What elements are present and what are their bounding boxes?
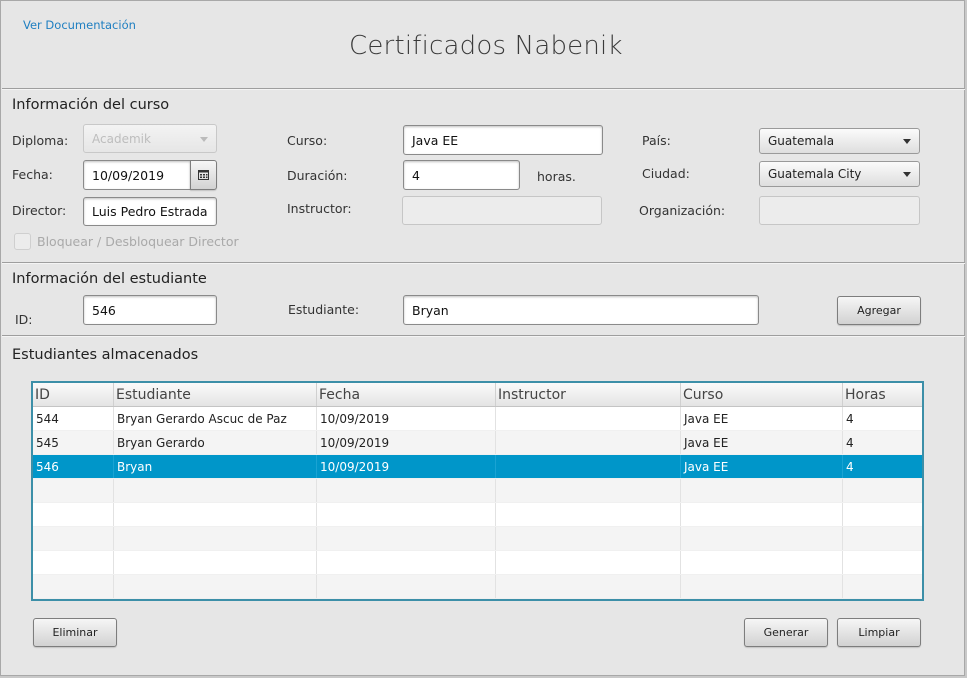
cell-estudiante: Bryan (114, 455, 317, 478)
empty-row (33, 527, 922, 551)
add-button[interactable]: Agregar (837, 296, 921, 325)
empty-row (33, 551, 922, 575)
diploma-select: Academik (83, 124, 217, 153)
pais-select[interactable]: Guatemala (759, 128, 920, 154)
documentation-link[interactable]: Ver Documentación (23, 18, 136, 32)
chevron-down-icon (903, 139, 911, 144)
pais-label: País: (642, 133, 671, 148)
column-header-id[interactable]: ID (33, 383, 114, 406)
instructor-label: Instructor: (287, 201, 352, 216)
curso-label: Curso: (287, 133, 328, 148)
director-value: Luis Pedro Estrada (92, 204, 208, 219)
column-header-horas[interactable]: Horas (843, 383, 922, 406)
director-label: Director: (12, 203, 67, 218)
cell-curso: Java EE (681, 431, 843, 454)
lock-director-label: Bloquear / Desbloquear Director (37, 234, 239, 249)
ciudad-value: Guatemala City (768, 167, 862, 181)
column-header-fecha[interactable]: Fecha (317, 383, 496, 406)
cell-id: 545 (33, 431, 114, 454)
column-header-estudiante[interactable]: Estudiante (114, 383, 317, 406)
cell-curso: Java EE (681, 407, 843, 430)
divider (2, 335, 965, 337)
column-header-instructor[interactable]: Instructor (496, 383, 681, 406)
chevron-down-icon (903, 172, 911, 177)
students-table: ID Estudiante Fecha Instructor Curso Hor… (31, 381, 924, 601)
curso-field[interactable]: Java EE (403, 125, 603, 155)
duracion-field[interactable]: 4 (403, 160, 520, 190)
divider (2, 88, 965, 90)
table-header: ID Estudiante Fecha Instructor Curso Hor… (33, 383, 922, 407)
cell-estudiante: Bryan Gerardo Ascuc de Paz (114, 407, 317, 430)
duracion-value: 4 (412, 167, 420, 183)
cell-horas: 4 (846, 459, 854, 474)
ciudad-label: Ciudad: (642, 166, 690, 181)
column-header-curso[interactable]: Curso (681, 383, 843, 406)
student-section-title: Información del estudiante (12, 271, 207, 287)
ciudad-select[interactable]: Guatemala City (759, 161, 920, 187)
empty-row (33, 503, 922, 527)
id-label: ID: (15, 312, 33, 327)
cell-curso: Java EE (681, 455, 843, 478)
pais-value: Guatemala (768, 134, 835, 148)
cell-instructor (496, 455, 681, 478)
generate-button[interactable]: Generar (744, 618, 828, 647)
cell-estudiante: Bryan Gerardo (114, 431, 317, 454)
horas-unit-label: horas. (537, 169, 576, 184)
diploma-label: Diploma: (12, 133, 69, 148)
student-id-field[interactable]: 546 (83, 295, 217, 325)
diploma-value: Academik (92, 131, 151, 146)
checkbox-box (14, 233, 31, 250)
cell-id: 546 (33, 455, 114, 478)
estudiante-label: Estudiante: (288, 302, 360, 317)
cell-fecha: 10/09/2019 (317, 455, 496, 478)
curso-value: Java EE (412, 132, 459, 148)
student-name-field[interactable]: Bryan (403, 295, 759, 325)
date-picker-button[interactable] (190, 160, 217, 190)
instructor-field (402, 196, 602, 225)
table-row[interactable]: 545 Bryan Gerardo 10/09/2019 Java EE 4 (33, 431, 922, 455)
date-field[interactable]: 10/09/2019 (83, 160, 191, 190)
stored-section-title: Estudiantes almacenados (12, 347, 199, 363)
page-title: Certificados Nabenik (349, 31, 623, 61)
cell-fecha: 10/09/2019 (317, 407, 496, 430)
chevron-down-icon (200, 136, 208, 142)
cell-instructor (496, 431, 681, 454)
divider (2, 262, 965, 264)
delete-button[interactable]: Eliminar (33, 618, 117, 647)
clear-button[interactable]: Limpiar (837, 618, 921, 647)
table-row-selected[interactable]: 546 Bryan 10/09/2019 Java EE 4 (33, 455, 922, 479)
course-section-title: Información del curso (12, 97, 170, 113)
cell-horas: 4 (846, 411, 854, 426)
duracion-label: Duración: (287, 168, 348, 183)
director-field[interactable]: Luis Pedro Estrada (83, 197, 217, 226)
main-window: Ver Documentación Certificados Nabenik I… (0, 0, 965, 676)
cell-instructor (496, 407, 681, 430)
organizacion-field (759, 196, 920, 225)
organizacion-label: Organización: (639, 203, 726, 218)
student-id-value: 546 (92, 302, 116, 318)
empty-row (33, 575, 922, 599)
cell-id: 544 (33, 407, 114, 430)
fecha-label: Fecha: (12, 167, 53, 182)
calendar-icon (198, 170, 209, 180)
cell-fecha: 10/09/2019 (317, 431, 496, 454)
lock-director-checkbox: Bloquear / Desbloquear Director (14, 233, 239, 250)
student-name-value: Bryan (412, 302, 449, 318)
date-value: 10/09/2019 (92, 167, 165, 183)
table-row[interactable]: 544 Bryan Gerardo Ascuc de Paz 10/09/201… (33, 407, 922, 431)
empty-row (33, 479, 922, 503)
cell-horas: 4 (846, 435, 854, 450)
